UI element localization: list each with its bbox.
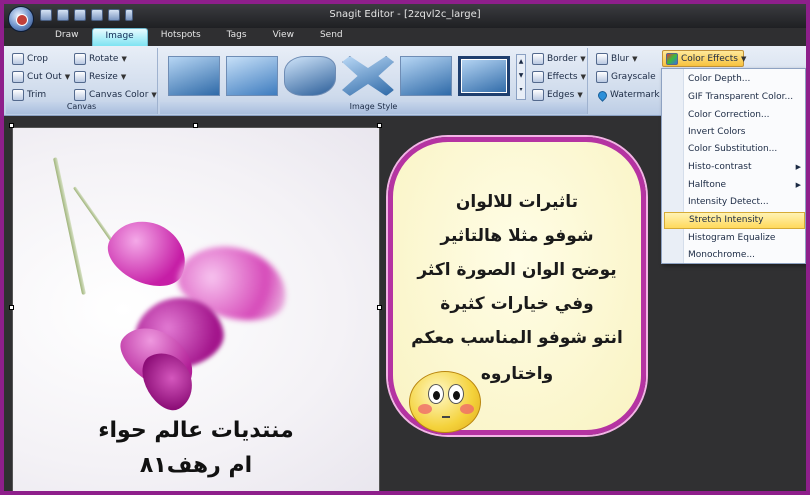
- resize-icon: [74, 71, 86, 83]
- rotate-icon: [74, 53, 86, 65]
- blur-icon: [596, 53, 608, 65]
- menu-item-color-depth[interactable]: Color Depth...: [664, 71, 805, 88]
- smiley-pupil: [433, 391, 440, 400]
- chevron-down-icon: ▼: [740, 55, 747, 63]
- tab-tags[interactable]: Tags: [214, 28, 260, 46]
- chevron-down-icon: ▼: [151, 91, 157, 99]
- watermark-button[interactable]: Watermark: [596, 87, 660, 103]
- chevron-down-icon: ▼: [120, 73, 127, 81]
- tab-view[interactable]: View: [260, 28, 307, 46]
- style-thumbnail-5[interactable]: [400, 56, 452, 96]
- border-icon: [532, 53, 544, 65]
- menu-item-monochrome[interactable]: Monochrome...: [664, 247, 805, 264]
- trim-button[interactable]: Trim: [12, 87, 46, 103]
- resize-handle[interactable]: [193, 123, 198, 128]
- bubble-text-line: شوفو مثلا هالتاثير: [440, 226, 594, 246]
- menu-item-halftone[interactable]: Halftone ▶: [664, 177, 805, 194]
- menu-item-gif-transparent-color[interactable]: GIF Transparent Color...: [664, 89, 805, 106]
- resize-handle[interactable]: [377, 305, 382, 310]
- ribbon-tabs: Draw Image Hotspots Tags View Send: [42, 28, 356, 46]
- resize-handle[interactable]: [9, 123, 14, 128]
- smiley-eye: [428, 384, 444, 404]
- menu-item-intensity-detect[interactable]: Intensity Detect...: [664, 194, 805, 211]
- flower-stem: [53, 157, 87, 295]
- title-bar: Snagit Editor - [2zqvl2c_large]: [4, 4, 806, 28]
- cut-out-button[interactable]: Cut Out ▼: [12, 69, 70, 85]
- edges-button[interactable]: Edges ▼: [532, 87, 583, 103]
- menu-item-stretch-intensity[interactable]: Stretch Intensity: [664, 212, 805, 229]
- color-effects-content: Color Effects ▼: [666, 51, 746, 67]
- canvas-group-label: Canvas: [6, 102, 157, 114]
- chevron-down-icon: ▼: [632, 55, 638, 63]
- menu-item-color-correction[interactable]: Color Correction...: [664, 107, 805, 124]
- smiley-mouth: [442, 416, 450, 418]
- tab-hotspots[interactable]: Hotspots: [148, 28, 214, 46]
- border-button[interactable]: Border ▼: [532, 51, 586, 67]
- color-effects-button[interactable]: Color Effects ▼: [662, 50, 746, 67]
- flower-image[interactable]: منتديات عالم حواء ام رهف٨١: [12, 127, 380, 491]
- canvas-color-button[interactable]: Canvas Color ▼: [74, 87, 157, 103]
- gallery-scroll[interactable]: ▲ ▼ ▾: [516, 54, 526, 100]
- menu-item-invert-colors[interactable]: Invert Colors: [664, 124, 805, 141]
- blushing-smiley-icon: [409, 371, 481, 433]
- bubble-text-line: تاثيرات للالوان: [455, 192, 579, 212]
- chevron-down-icon: ▼: [580, 55, 586, 63]
- edges-icon: [532, 89, 544, 101]
- chevron-down-icon: ▼: [580, 73, 586, 81]
- rotate-button[interactable]: Rotate ▼: [74, 51, 127, 67]
- chevron-down-icon: ▼: [121, 55, 127, 63]
- window-title: Snagit Editor - [2zqvl2c_large]: [329, 9, 481, 20]
- chevron-down-icon: ▼: [577, 91, 583, 99]
- grayscale-icon: [596, 71, 608, 83]
- effects-button[interactable]: Effects ▼: [532, 69, 586, 85]
- blur-button[interactable]: Blur ▼: [596, 51, 637, 67]
- tab-send[interactable]: Send: [307, 28, 356, 46]
- style-thumbnail-4[interactable]: [342, 56, 394, 96]
- resize-button[interactable]: Resize ▼: [74, 69, 126, 85]
- grayscale-button[interactable]: Grayscale: [596, 69, 656, 85]
- style-thumbnail-3[interactable]: [284, 56, 336, 96]
- menu-item-color-substitution[interactable]: Color Substitution...: [664, 141, 805, 158]
- style-thumbnail-1[interactable]: [168, 56, 220, 96]
- smiley-pupil: [453, 391, 460, 400]
- image-caption-line1: منتديات عالم حواء: [98, 418, 294, 443]
- image-style-group: ▲ ▼ ▾ Border ▼ Effects ▼ Edges ▼ Image Sty…: [160, 48, 588, 114]
- color-effects-icon: [666, 53, 678, 65]
- menu-item-histo-contrast[interactable]: Histo-contrast ▶: [664, 159, 805, 176]
- trim-icon: [12, 89, 24, 101]
- bubble-text-line: انتو شوفو المناسب معكم: [411, 328, 623, 348]
- cut-out-icon: [12, 71, 24, 83]
- app-menu-button[interactable]: [8, 6, 34, 32]
- tab-image[interactable]: Image: [91, 28, 148, 46]
- bubble-text-line: يوضح الوان الصورة اكثر: [417, 260, 617, 280]
- smiley-cheek: [460, 404, 474, 414]
- color-effects-menu: Color Depth... GIF Transparent Color... …: [661, 68, 806, 264]
- effects-icon: [532, 71, 544, 83]
- watermark-icon: [596, 88, 609, 102]
- submenu-arrow-icon: ▶: [795, 181, 801, 189]
- tab-draw[interactable]: Draw: [42, 28, 92, 46]
- image-style-group-label: Image Style: [160, 102, 587, 114]
- submenu-arrow-icon: ▶: [795, 163, 801, 171]
- paint-bucket-icon: [74, 89, 86, 101]
- chevron-down-icon: ▼: [64, 73, 71, 81]
- menu-item-histogram-equalize[interactable]: Histogram Equalize: [664, 230, 805, 247]
- canvas-group: Crop Cut Out ▼ Trim Rotate ▼ Resize ▼ Ca…: [6, 48, 158, 114]
- image-caption-line2: ام رهف٨١: [139, 453, 253, 478]
- smiley-cheek: [418, 404, 432, 414]
- resize-handle[interactable]: [377, 123, 382, 128]
- bubble-text-line: وفي خيارات كثيرة: [440, 294, 594, 314]
- resize-handle[interactable]: [9, 305, 14, 310]
- crop-button[interactable]: Crop: [12, 51, 48, 67]
- smiley-eye: [448, 384, 464, 404]
- style-thumbnail-2[interactable]: [226, 56, 278, 96]
- style-thumbnail-6[interactable]: [458, 56, 510, 96]
- window-frame: Snagit Editor - [2zqvl2c_large] Draw Ima…: [0, 0, 810, 495]
- crop-icon: [12, 53, 24, 65]
